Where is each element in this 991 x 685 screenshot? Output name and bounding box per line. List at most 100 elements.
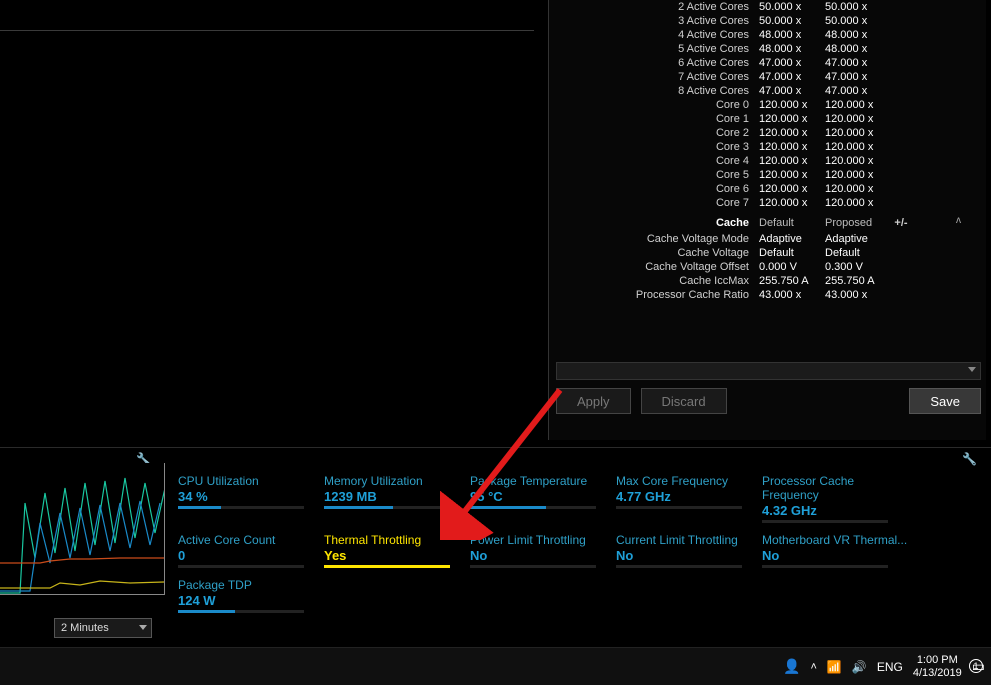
setting-label: Core 6 (549, 182, 759, 196)
setting-default-value: 120.000 x (759, 112, 825, 126)
setting-row: 4 Active Cores 48.000 x 48.000 x (549, 28, 962, 42)
setting-default-value: 120.000 x (759, 154, 825, 168)
people-icon[interactable]: 👤 (783, 658, 800, 675)
setting-default-value: 48.000 x (759, 42, 825, 56)
setting-row: 3 Active Cores 50.000 x 50.000 x (549, 14, 962, 28)
taskbar-clock[interactable]: 1:00 PM 4/13/2019 (913, 654, 962, 680)
setting-default-value: 120.000 x (759, 98, 825, 112)
volume-icon[interactable]: 🔊 (852, 660, 867, 674)
setting-label: Core 7 (549, 196, 759, 210)
metric-bar (762, 565, 888, 568)
setting-default-value: 255.750 A (759, 274, 825, 288)
save-button[interactable]: Save (909, 388, 981, 414)
wrench-icon[interactable]: 🔧 (962, 452, 977, 466)
metric-value: No (762, 548, 908, 563)
setting-proposed-value[interactable]: 120.000 x (825, 182, 891, 196)
cache-header-default: Default (759, 214, 825, 232)
setting-proposed-value[interactable]: 120.000 x (825, 168, 891, 182)
notifications-icon[interactable]: ▭1 (972, 658, 985, 675)
setting-proposed-value[interactable]: 48.000 x (825, 42, 891, 56)
metric-value: 0 (178, 548, 324, 563)
setting-label: Processor Cache Ratio (549, 288, 759, 302)
status-metric[interactable]: Active Core Count 0 (178, 533, 324, 568)
setting-default-value: 47.000 x (759, 56, 825, 70)
status-metric[interactable]: Max Core Frequency 4.77 GHz (616, 474, 762, 523)
setting-label: Core 2 (549, 126, 759, 140)
setting-default-value: Adaptive (759, 232, 825, 246)
status-metric[interactable]: Current Limit Throttling No (616, 533, 762, 568)
setting-row: Core 0 120.000 x 120.000 x (549, 98, 962, 112)
metric-bar (616, 565, 742, 568)
setting-proposed-value[interactable]: Default (825, 246, 891, 260)
setting-proposed-value[interactable]: 50.000 x (825, 14, 891, 28)
status-metric[interactable]: CPU Utilization 34 % (178, 474, 324, 523)
windows-taskbar[interactable]: 👤 ˄ 📶 🔊 ENG 1:00 PM 4/13/2019 ▭1 (0, 647, 991, 685)
cache-header-pm: +/- (891, 214, 911, 232)
status-metric[interactable]: Thermal Throttling Yes (324, 533, 470, 568)
tray-chevron-icon[interactable]: ˄ (810, 661, 816, 673)
setting-label: Core 3 (549, 140, 759, 154)
setting-label: Cache IccMax (549, 274, 759, 288)
status-metric[interactable]: Power Limit Throttling No (470, 533, 616, 568)
metric-value: 34 % (178, 489, 324, 504)
setting-proposed-value[interactable]: 255.750 A (825, 274, 891, 288)
apply-button[interactable]: Apply (556, 388, 631, 414)
setting-proposed-value[interactable]: Adaptive (825, 232, 891, 246)
chevron-up-icon[interactable]: ʌ (956, 215, 961, 226)
setting-label: 6 Active Cores (549, 56, 759, 70)
status-metric[interactable]: Memory Utilization 1239 MB (324, 474, 470, 523)
metric-value: Yes (324, 548, 470, 563)
setting-label: 7 Active Cores (549, 70, 759, 84)
cache-setting-row: Cache IccMax 255.750 A 255.750 A (549, 274, 962, 288)
setting-proposed-value[interactable]: 47.000 x (825, 84, 891, 98)
setting-default-value: 120.000 x (759, 126, 825, 140)
status-metric[interactable]: Motherboard VR Thermal... No (762, 533, 908, 568)
metric-value: 124 W (178, 593, 324, 608)
metric-label: Thermal Throttling (324, 533, 470, 547)
language-indicator[interactable]: ENG (877, 660, 903, 674)
time-range-select[interactable]: 2 Minutes (54, 618, 152, 638)
status-metric[interactable]: Package TDP 124 W (178, 578, 324, 613)
wifi-icon[interactable]: 📶 (827, 660, 842, 674)
setting-proposed-value[interactable]: 0.300 V (825, 260, 891, 274)
setting-proposed-value[interactable]: 50.000 x (825, 0, 891, 14)
setting-proposed-value[interactable]: 47.000 x (825, 70, 891, 84)
setting-proposed-value[interactable]: 120.000 x (825, 112, 891, 126)
status-metric[interactable]: Processor Cache Frequency 4.32 GHz (762, 474, 908, 523)
setting-default-value: 120.000 x (759, 196, 825, 210)
metric-value: 4.77 GHz (616, 489, 762, 504)
metric-label: CPU Utilization (178, 474, 324, 488)
setting-proposed-value[interactable]: 48.000 x (825, 28, 891, 42)
setting-row: Core 3 120.000 x 120.000 x (549, 140, 962, 154)
setting-proposed-value[interactable]: 120.000 x (825, 154, 891, 168)
cache-setting-row: Processor Cache Ratio 43.000 x 43.000 x (549, 288, 962, 302)
metric-bar (324, 565, 450, 568)
setting-proposed-value[interactable]: 120.000 x (825, 196, 891, 210)
discard-button[interactable]: Discard (641, 388, 727, 414)
setting-label: Core 4 (549, 154, 759, 168)
dropdown-triangle-icon (968, 367, 976, 372)
setting-default-value: 50.000 x (759, 14, 825, 28)
setting-row: 8 Active Cores 47.000 x 47.000 x (549, 84, 962, 98)
metric-bar (470, 506, 596, 509)
setting-row: Core 7 120.000 x 120.000 x (549, 196, 962, 210)
cache-header-row[interactable]: Cache Default Proposed +/- (549, 214, 962, 232)
metric-label: Package TDP (178, 578, 324, 592)
metric-label: Memory Utilization (324, 474, 470, 488)
profile-select[interactable] (556, 362, 981, 380)
setting-label: Cache Voltage Offset (549, 260, 759, 274)
status-metric[interactable]: Package Temperature 95 °C (470, 474, 616, 523)
setting-proposed-value[interactable]: 43.000 x (825, 288, 891, 302)
setting-proposed-value[interactable]: 120.000 x (825, 98, 891, 112)
setting-label: 4 Active Cores (549, 28, 759, 42)
setting-proposed-value[interactable]: 120.000 x (825, 126, 891, 140)
cache-setting-row: Cache Voltage Offset 0.000 V 0.300 V (549, 260, 962, 274)
metric-label: Power Limit Throttling (470, 533, 616, 547)
setting-default-value: 43.000 x (759, 288, 825, 302)
setting-row: Core 2 120.000 x 120.000 x (549, 126, 962, 140)
setting-default-value: 48.000 x (759, 28, 825, 42)
setting-proposed-value[interactable]: 120.000 x (825, 140, 891, 154)
action-button-row: Apply Discard Save (556, 388, 981, 416)
setting-proposed-value[interactable]: 47.000 x (825, 56, 891, 70)
setting-default-value: 47.000 x (759, 70, 825, 84)
